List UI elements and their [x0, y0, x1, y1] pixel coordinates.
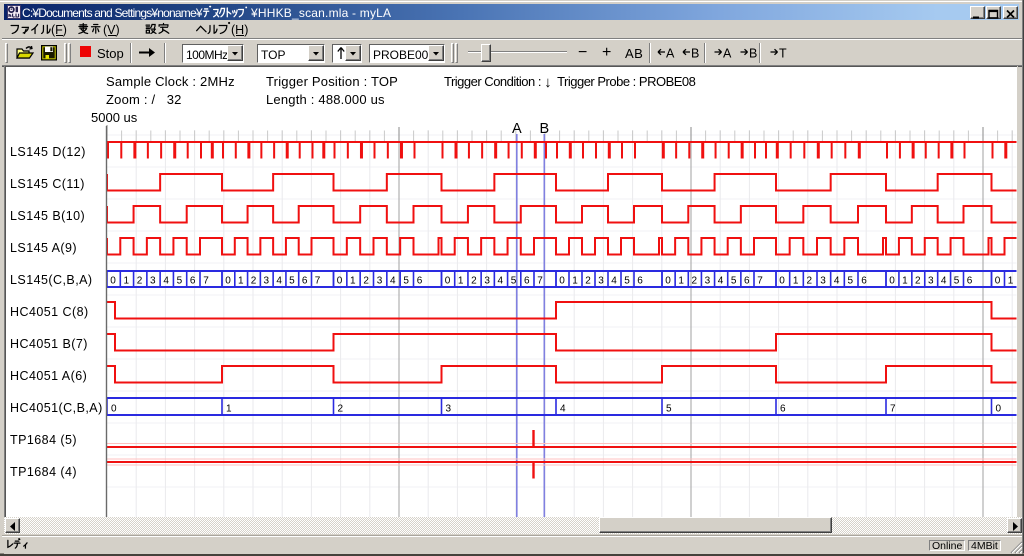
- svg-text:7: 7: [203, 276, 209, 287]
- svg-text:1: 1: [678, 276, 684, 287]
- svg-text:1: 1: [572, 276, 578, 287]
- svg-text:0: 0: [995, 276, 1001, 287]
- svg-text:7: 7: [537, 276, 543, 287]
- svg-text:3: 3: [484, 276, 490, 287]
- svg-text:7: 7: [757, 276, 763, 287]
- svg-text:0: 0: [225, 276, 231, 287]
- svg-text:B: B: [540, 121, 550, 137]
- svg-text:5: 5: [511, 276, 517, 287]
- svg-text:5: 5: [177, 276, 183, 287]
- svg-text:5: 5: [289, 276, 295, 287]
- svg-text:3: 3: [705, 276, 711, 287]
- svg-text:4: 4: [941, 276, 947, 287]
- svg-text:0: 0: [889, 276, 895, 287]
- svg-text:6: 6: [744, 276, 750, 287]
- svg-text:HC4051(C,B,A): HC4051(C,B,A): [10, 401, 103, 415]
- svg-text:2: 2: [807, 276, 813, 287]
- svg-text:7: 7: [890, 404, 896, 415]
- svg-text:4: 4: [163, 276, 169, 287]
- svg-text:LS145 C(11): LS145 C(11): [10, 177, 85, 191]
- svg-text:0: 0: [779, 276, 785, 287]
- svg-text:2: 2: [137, 276, 143, 287]
- svg-text:3: 3: [150, 276, 156, 287]
- svg-text:7: 7: [315, 276, 321, 287]
- svg-text:0: 0: [445, 276, 451, 287]
- svg-text:6: 6: [190, 276, 196, 287]
- svg-text:5: 5: [954, 276, 960, 287]
- svg-text:1: 1: [793, 276, 799, 287]
- svg-text:1: 1: [123, 276, 129, 287]
- svg-text:1: 1: [1008, 276, 1014, 287]
- svg-text:1: 1: [238, 276, 244, 287]
- svg-text:2: 2: [585, 276, 591, 287]
- svg-text:3: 3: [598, 276, 604, 287]
- svg-text:1: 1: [458, 276, 464, 287]
- svg-text:5: 5: [731, 276, 737, 287]
- svg-text:A: A: [512, 121, 522, 137]
- svg-text:LS145 D(12): LS145 D(12): [10, 145, 86, 159]
- svg-text:6: 6: [967, 276, 973, 287]
- svg-text:0: 0: [337, 276, 343, 287]
- svg-text:0: 0: [110, 276, 116, 287]
- svg-text:6: 6: [302, 276, 308, 287]
- svg-text:2: 2: [691, 276, 697, 287]
- svg-text:5: 5: [666, 404, 672, 415]
- svg-text:2: 2: [915, 276, 921, 287]
- svg-text:HC4051 B(7): HC4051 B(7): [10, 337, 88, 351]
- svg-text:4: 4: [498, 276, 504, 287]
- svg-text:2: 2: [251, 276, 257, 287]
- svg-text:3: 3: [820, 276, 826, 287]
- svg-text:HC4051 A(6): HC4051 A(6): [10, 369, 87, 383]
- svg-text:4: 4: [390, 276, 396, 287]
- svg-text:6: 6: [417, 276, 423, 287]
- svg-text:4: 4: [560, 404, 566, 415]
- svg-text:TP1684 (5): TP1684 (5): [10, 433, 77, 447]
- svg-text:0: 0: [559, 276, 565, 287]
- svg-text:5: 5: [403, 276, 409, 287]
- svg-text:3: 3: [377, 276, 383, 287]
- svg-text:6: 6: [637, 276, 643, 287]
- svg-text:5: 5: [624, 276, 630, 287]
- svg-text:4: 4: [834, 276, 840, 287]
- svg-text:4: 4: [718, 276, 724, 287]
- svg-text:3: 3: [264, 276, 270, 287]
- svg-text:1: 1: [226, 404, 232, 415]
- svg-text:0: 0: [665, 276, 671, 287]
- svg-text:1: 1: [350, 276, 356, 287]
- svg-text:2: 2: [338, 404, 344, 415]
- svg-text:0: 0: [996, 404, 1002, 415]
- svg-text:HC4051 C(8): HC4051 C(8): [10, 305, 89, 319]
- svg-text:2: 2: [471, 276, 477, 287]
- svg-text:4: 4: [611, 276, 617, 287]
- svg-text:0: 0: [111, 404, 117, 415]
- svg-text:3: 3: [446, 404, 452, 415]
- svg-text:6: 6: [780, 404, 786, 415]
- svg-text:LS145(C,B,A): LS145(C,B,A): [10, 273, 93, 287]
- svg-text:TP1684 (4): TP1684 (4): [10, 465, 77, 479]
- svg-text:2: 2: [363, 276, 369, 287]
- svg-text:6: 6: [524, 276, 530, 287]
- svg-text:6: 6: [861, 276, 867, 287]
- svg-text:LS145 A(9): LS145 A(9): [10, 241, 77, 255]
- svg-text:5: 5: [848, 276, 854, 287]
- svg-text:4: 4: [276, 276, 282, 287]
- svg-text:1: 1: [902, 276, 908, 287]
- svg-text:3: 3: [928, 276, 934, 287]
- svg-text:LS145 B(10): LS145 B(10): [10, 209, 85, 223]
